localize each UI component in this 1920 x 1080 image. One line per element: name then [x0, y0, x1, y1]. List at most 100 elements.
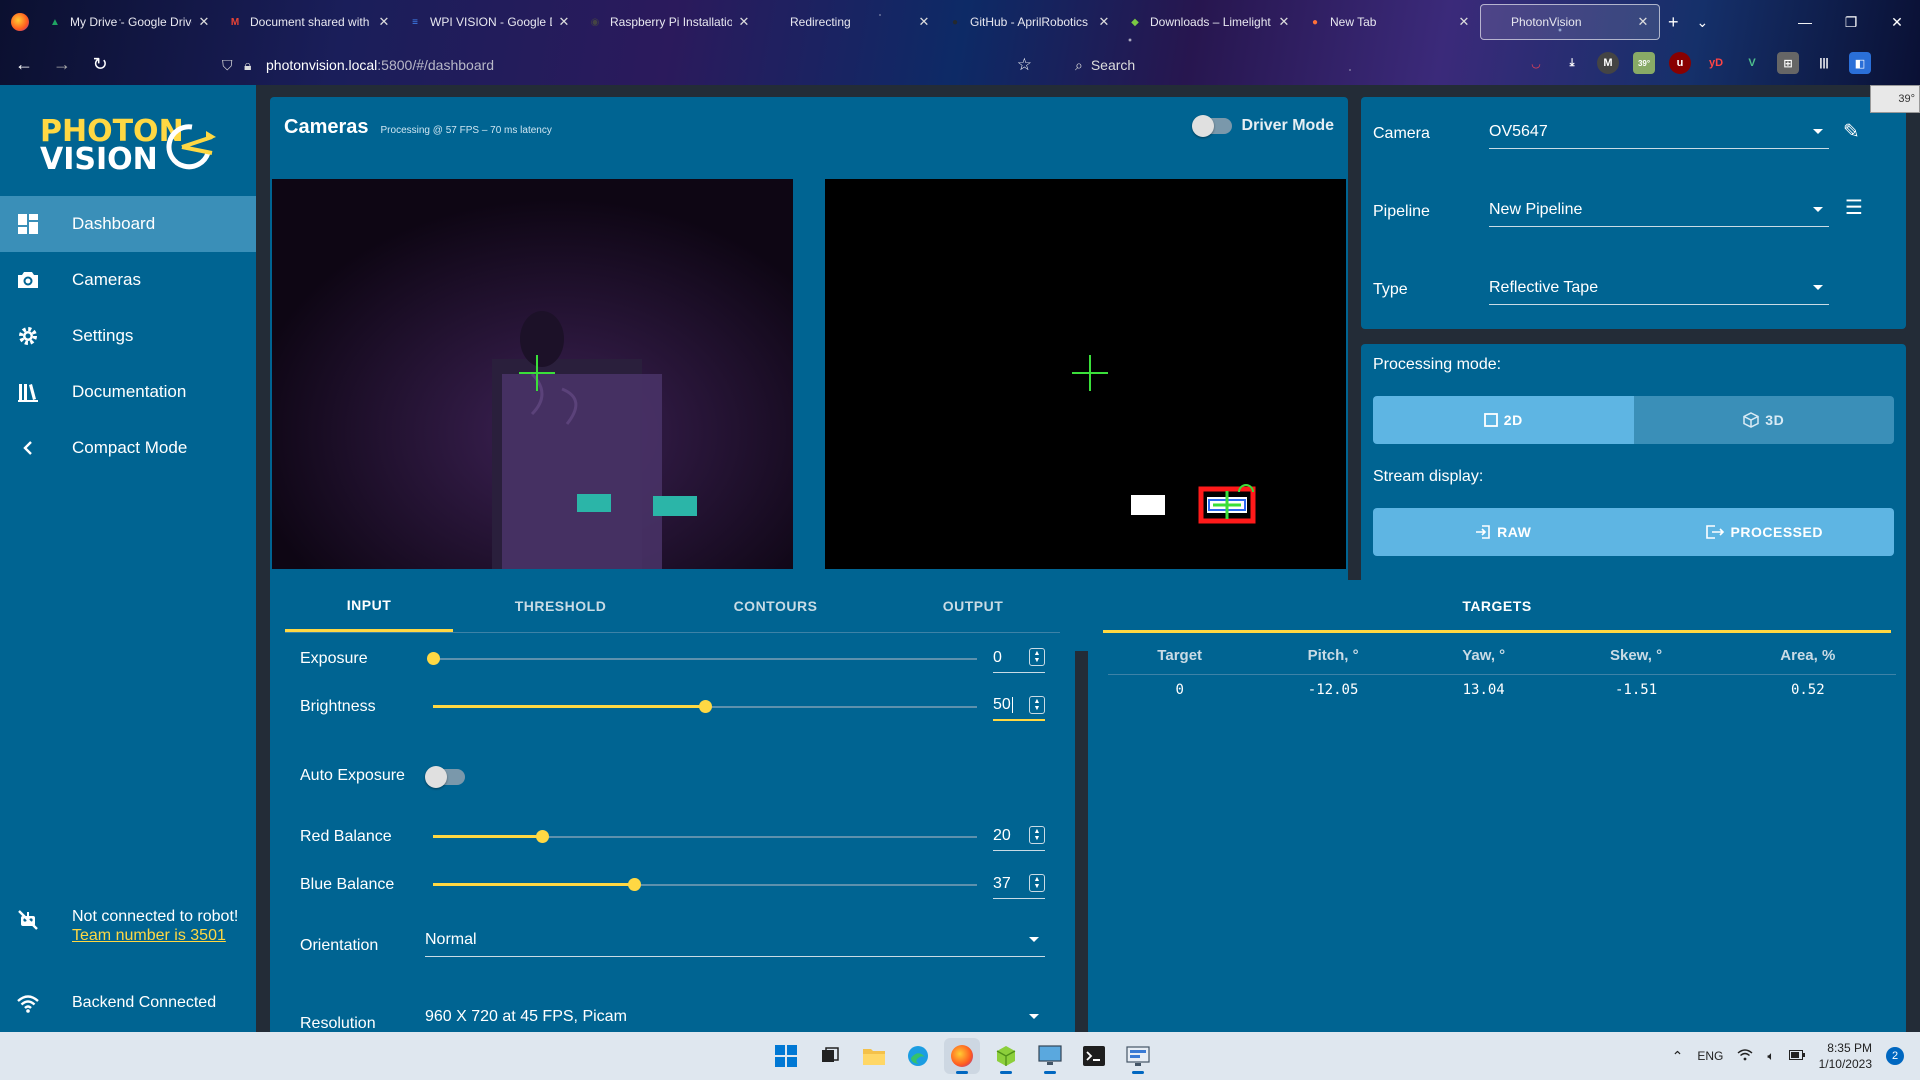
close-tab-icon[interactable]: ✕ [196, 14, 212, 30]
close-tab-icon[interactable]: ✕ [916, 14, 932, 30]
browser-tab[interactable]: ◆ Downloads – Limelight ✕ [1120, 4, 1300, 40]
search-bar[interactable]: ⌕ Search [1075, 50, 1475, 80]
mode-2d-button[interactable]: 2D [1373, 396, 1634, 444]
resolution-select[interactable]: 960 X 720 at 45 FPS, Picam [425, 1000, 1045, 1034]
close-tab-icon[interactable]: ✕ [1635, 14, 1651, 30]
tab-output[interactable]: OUTPUT [883, 580, 1063, 632]
blue-balance-slider-thumb[interactable] [628, 878, 642, 891]
driver-mode-switch[interactable] [1191, 115, 1232, 137]
red-balance-spinner[interactable]: ▲ ▼ [1029, 826, 1045, 844]
red-balance-slider[interactable] [433, 830, 977, 843]
pipeline-type-select[interactable]: Reflective Tape [1489, 271, 1829, 305]
blue-balance-slider[interactable] [433, 878, 977, 891]
close-tab-icon[interactable]: ✕ [376, 14, 392, 30]
driver-mode-toggle[interactable]: Driver Mode [1191, 115, 1334, 137]
exposure-slider-thumb[interactable] [427, 652, 440, 665]
pipeline-select[interactable]: New Pipeline [1489, 193, 1829, 227]
download-icon[interactable]: ⤓ [1561, 52, 1583, 74]
browser-tab[interactable]: Redirecting ✕ [760, 4, 940, 40]
browser-tab[interactable]: ● New Tab ✕ [1300, 4, 1480, 40]
terminal-button[interactable] [1076, 1038, 1112, 1074]
close-tab-icon[interactable]: ✕ [1096, 14, 1112, 30]
close-window-button[interactable]: ✕ [1874, 0, 1920, 44]
new-tab-button[interactable]: + [1668, 12, 1679, 33]
list-tabs-button[interactable]: ⌄ [1697, 14, 1709, 31]
lock-icon[interactable]: 🔒︎ [244, 57, 266, 74]
forward-button[interactable]: → [44, 47, 80, 83]
back-button[interactable]: ← [6, 47, 42, 83]
volume-icon[interactable]: 🔈︎ [1767, 1049, 1774, 1064]
processed-stream-button[interactable]: PROCESSED [1633, 508, 1894, 556]
targets-column-header[interactable]: Pitch, ° [1251, 638, 1415, 675]
pocket-icon[interactable]: ◡ [1525, 52, 1547, 74]
tab-input[interactable]: INPUT [285, 580, 453, 632]
firefox-menu-button[interactable] [0, 0, 40, 44]
red-balance-slider-thumb[interactable] [535, 830, 549, 843]
raw-stream-button[interactable]: RAW [1373, 508, 1634, 556]
file-explorer-button[interactable] [856, 1038, 892, 1074]
mode-3d-button[interactable]: 3D [1633, 396, 1894, 444]
sidebar-item-dashboard[interactable]: Dashboard [0, 196, 256, 252]
task-view-button[interactable] [812, 1038, 848, 1074]
targets-column-header[interactable]: Skew, ° [1552, 638, 1720, 675]
exposure-input[interactable]: 0 ▲ ▼ [993, 643, 1045, 673]
browser-tab[interactable]: ● GitHub - AprilRobotics ✕ [940, 4, 1120, 40]
camera-select[interactable]: OV5647 [1489, 115, 1829, 149]
team-number-link[interactable]: Team number is 3501 [72, 926, 238, 945]
weather-extension-icon[interactable]: 39° [1633, 52, 1655, 74]
battery-icon[interactable] [1788, 1049, 1805, 1063]
brightness-input[interactable]: 50 ▲ ▼ [993, 691, 1045, 721]
tab-contours[interactable]: CONTOURS [668, 580, 883, 632]
red-balance-input[interactable]: 20 ▲ ▼ [993, 821, 1045, 851]
brightness-slider[interactable] [433, 700, 977, 713]
library-icon[interactable]: ||| [1813, 52, 1835, 74]
auto-exposure-switch[interactable] [425, 766, 465, 788]
sidebar-item-settings[interactable]: Settings [0, 308, 256, 364]
app-cube-button[interactable] [988, 1038, 1024, 1074]
exposure-spinner[interactable]: ▲ ▼ [1029, 648, 1045, 666]
network-tool-button[interactable] [1120, 1038, 1156, 1074]
brightness-spinner[interactable]: ▲ ▼ [1029, 696, 1045, 714]
edge-button[interactable] [900, 1038, 936, 1074]
browser-tab[interactable]: ◉ Raspberry Pi Installation ✕ [580, 4, 760, 40]
edit-camera-icon[interactable]: ✎ [1843, 119, 1860, 144]
browser-tab[interactable]: ▲ My Drive - Google Drive ✕ [40, 4, 220, 40]
blue-balance-input[interactable]: 37 ▲ ▼ [993, 869, 1045, 899]
brightness-slider-thumb[interactable] [699, 700, 712, 713]
chevron-up-icon[interactable]: ⌃ [1672, 1048, 1684, 1065]
sidebar-item-documentation[interactable]: Documentation [0, 364, 256, 420]
close-tab-icon[interactable]: ✕ [556, 14, 572, 30]
extension-m-icon[interactable]: M [1597, 52, 1619, 74]
sidebar-item-compact-mode[interactable]: Compact Mode [0, 420, 256, 476]
clock[interactable]: 8:35 PM 1/10/2023 [1819, 1040, 1872, 1072]
yandex-icon[interactable]: yD [1705, 52, 1727, 74]
pipeline-menu-icon[interactable]: ☰ [1845, 195, 1863, 220]
bookmark-star-icon[interactable]: ☆ [1017, 55, 1032, 75]
raw-camera-stream[interactable] [272, 179, 793, 569]
browser-tab[interactable]: ≡ WPI VISION - Google Docs ✕ [400, 4, 580, 40]
url-bar[interactable]: ⛉ 🔒︎ photonvision.local:5800/#/dashboard… [222, 50, 1032, 80]
tab-threshold[interactable]: THRESHOLD [453, 580, 668, 632]
firefox-taskbar-button[interactable] [944, 1038, 980, 1074]
language-indicator[interactable]: ENG [1697, 1049, 1723, 1063]
wifi-tray-icon[interactable] [1737, 1048, 1753, 1064]
orientation-select[interactable]: Normal [425, 923, 1045, 957]
ublock-icon[interactable]: u [1669, 52, 1691, 74]
restore-button[interactable]: ❐ [1828, 0, 1874, 44]
targets-column-header[interactable]: Area, % [1719, 638, 1896, 675]
start-button[interactable] [768, 1038, 804, 1074]
minimize-button[interactable]: — [1782, 0, 1828, 44]
reload-button[interactable]: ↻ [82, 47, 118, 83]
targets-column-header[interactable]: Yaw, ° [1414, 638, 1553, 675]
blue-balance-spinner[interactable]: ▲ ▼ [1029, 874, 1045, 892]
browser-tab[interactable]: PhotonVision ✕ [1480, 4, 1660, 40]
shield-icon[interactable]: ⛉ [222, 57, 244, 74]
processed-camera-stream[interactable] [825, 179, 1346, 569]
account-icon[interactable]: ◧ [1849, 52, 1871, 74]
notification-badge[interactable]: 2 [1886, 1047, 1904, 1065]
close-tab-icon[interactable]: ✕ [1456, 14, 1472, 30]
exposure-slider[interactable] [427, 652, 977, 665]
close-tab-icon[interactable]: ✕ [736, 14, 752, 30]
sidebar-item-cameras[interactable]: Cameras [0, 252, 256, 308]
targets-column-header[interactable]: Target [1108, 638, 1252, 675]
